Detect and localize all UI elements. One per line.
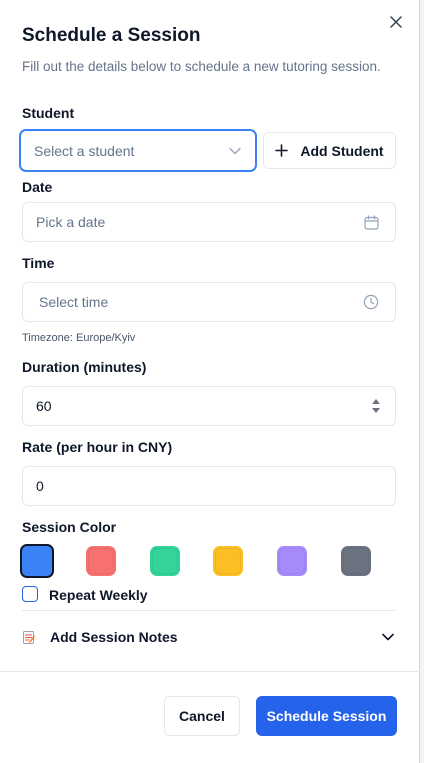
color-swatch-1[interactable] [86,546,116,576]
repeat-weekly-checkbox[interactable] [22,586,38,602]
color-swatch-4[interactable] [277,546,307,576]
add-student-label: Add Student [300,142,384,159]
rate-value: 0 [36,478,44,494]
background-edge [420,0,424,763]
date-label: Date [22,179,53,195]
chevron-down-icon [229,147,241,154]
close-button[interactable] [386,12,406,32]
color-swatch-2[interactable] [150,546,180,576]
rate-input[interactable]: 0 [22,466,396,506]
plus-icon [275,144,289,157]
footer-divider [0,671,420,672]
session-notes-toggle[interactable]: Add Session Notes [22,627,396,647]
rate-label: Rate (per hour in CNY) [22,439,173,455]
color-swatch-5[interactable] [341,546,371,576]
date-picker[interactable]: Pick a date [22,202,396,242]
add-student-button[interactable]: Add Student [263,132,396,169]
student-select-placeholder: Select a student [34,142,135,159]
color-swatch-3[interactable] [213,546,243,576]
duration-input[interactable]: 60 [22,386,396,426]
dialog-title: Schedule a Session [22,25,201,46]
color-swatch-0[interactable] [20,544,54,578]
stepper-arrows-icon[interactable] [371,397,381,415]
time-placeholder: Select time [39,294,109,310]
schedule-session-dialog: Schedule a Session Fill out the details … [0,0,420,763]
student-select[interactable]: Select a student [19,129,257,172]
clock-icon [363,294,379,310]
student-label: Student [22,105,75,121]
timezone-note: Timezone: Europe/Kyiv [22,332,136,344]
calendar-icon [364,214,379,230]
time-picker[interactable]: Select time [22,282,396,322]
divider [22,610,396,611]
schedule-session-button[interactable]: Schedule Session [256,696,397,736]
date-placeholder: Pick a date [36,214,106,230]
close-icon [390,16,402,28]
session-color-label: Session Color [22,519,117,535]
cancel-button[interactable]: Cancel [164,696,240,736]
time-label: Time [22,255,55,271]
duration-value: 60 [36,398,52,414]
session-notes-label: Add Session Notes [50,629,178,645]
chevron-down-icon [382,633,394,641]
duration-label: Duration (minutes) [22,359,147,375]
dialog-description: Fill out the details below to schedule a… [22,59,381,74]
repeat-weekly-label[interactable]: Repeat Weekly [49,587,148,603]
memo-icon [23,630,35,644]
